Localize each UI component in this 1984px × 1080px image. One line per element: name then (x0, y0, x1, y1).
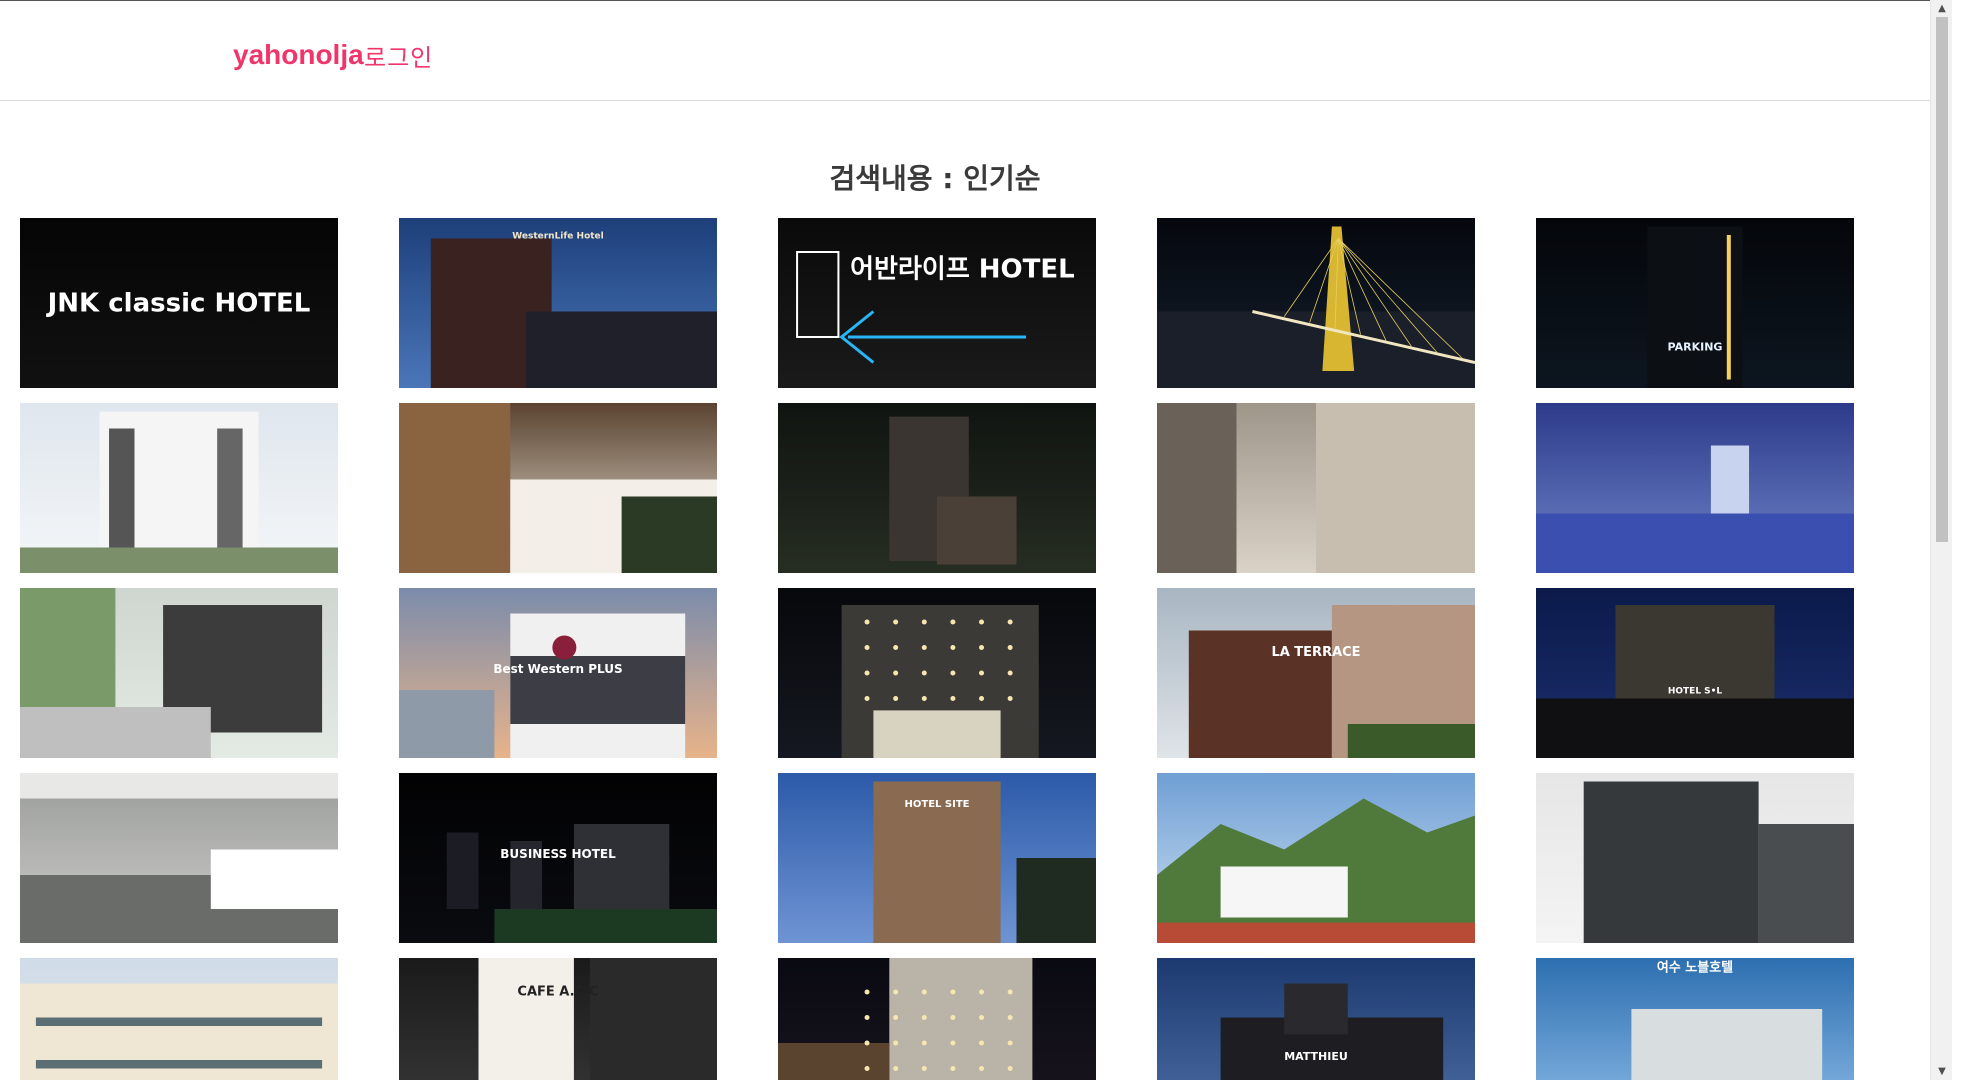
hotel-thumbnail-image (1157, 218, 1475, 388)
hotel-card[interactable] (778, 958, 1096, 1080)
hotel-thumbnail-image: WesternLife Hotel (399, 218, 717, 388)
hotel-card[interactable] (778, 588, 1096, 758)
hotel-sign-text: CAFE A.C.C (517, 984, 598, 999)
hotel-thumbnail-image (1536, 773, 1854, 943)
hotel-card[interactable]: HOTEL SITE (778, 773, 1096, 943)
brand-logo-link[interactable]: yahonolja (233, 38, 364, 72)
hotel-sign-text: LA TERRACE (1271, 645, 1360, 660)
hotel-thumbnail-image (20, 958, 338, 1080)
hotel-thumbnail-image (20, 403, 338, 573)
hotel-thumbnail-image (1157, 773, 1475, 943)
hotel-card[interactable]: JNK classic HOTEL (20, 218, 338, 388)
hotel-sign-text: Best Western PLUS (493, 662, 622, 676)
hotel-card[interactable]: MATTHIEU (1157, 958, 1475, 1080)
search-heading: 검색내용 : 인기순 (829, 162, 1041, 195)
hotel-card[interactable] (20, 403, 338, 573)
window-margin (1952, 0, 1984, 1080)
hotel-thumbnail-image: CAFE A.C.C (399, 958, 717, 1080)
hotel-thumbnail-image: MATTHIEU (1157, 958, 1475, 1080)
hotel-thumbnail-image (20, 588, 338, 758)
site-header: yahonolja 로그인 (0, 1, 1930, 101)
hotel-thumbnail-image: JNK classic HOTEL (20, 218, 338, 388)
hotel-thumbnail-image (778, 588, 1096, 758)
hotel-card[interactable] (20, 773, 338, 943)
hotel-sign-text: PARKING (1668, 341, 1723, 354)
hotel-card[interactable] (20, 588, 338, 758)
hotel-sign-text: HOTEL S•L (1668, 686, 1723, 696)
hotel-thumbnail-image (20, 773, 338, 943)
hotel-thumbnail-image: HOTEL S•L (1536, 588, 1854, 758)
hotel-card[interactable]: PARKING (1536, 218, 1854, 388)
hotel-thumbnail-image: LA TERRACE (1157, 588, 1475, 758)
hotel-card[interactable]: LA TERRACE (1157, 588, 1475, 758)
login-link[interactable]: 로그인 (364, 41, 433, 75)
hotel-card[interactable]: HOTEL S•L (1536, 588, 1854, 758)
hotel-sign-text: JNK classic HOTEL (46, 289, 311, 319)
hotel-card[interactable]: 여수 노블호텔 (1536, 958, 1854, 1080)
scroll-up-arrow-icon[interactable]: ▲ (1931, 0, 1953, 17)
hotel-card[interactable] (399, 403, 717, 573)
hotel-sign-text: BUSINESS HOTEL (500, 847, 616, 861)
hotel-thumbnail-image (1536, 403, 1854, 573)
hotel-thumbnail-image: Best Western PLUS (399, 588, 717, 758)
vertical-scrollbar[interactable]: ▲ ▼ (1930, 0, 1952, 1080)
hotel-grid: JNK classic HOTEL WesternLife Hotel 어반라이프 … (20, 218, 1854, 1080)
hotel-thumbnail-image (1157, 403, 1475, 573)
hotel-card[interactable] (20, 958, 338, 1080)
hotel-thumbnail-image (778, 403, 1096, 573)
hotel-card[interactable]: Best Western PLUS (399, 588, 717, 758)
hotel-card[interactable]: WesternLife Hotel (399, 218, 717, 388)
hotel-sign-text: MATTHIEU (1284, 1050, 1348, 1063)
hotel-thumbnail-image: BUSINESS HOTEL (399, 773, 717, 943)
hotel-thumbnail-image (778, 958, 1096, 1080)
hotel-sign-text: WesternLife Hotel (512, 231, 604, 241)
hotel-sign-text: 여수 노블호텔 (1657, 960, 1733, 976)
hotel-thumbnail-image: 어반라이프 HOTEL (778, 218, 1096, 388)
hotel-sign-text: 어반라이프 HOTEL (850, 255, 1075, 285)
hotel-thumbnail-image: HOTEL SITE (778, 773, 1096, 943)
page-viewport: yahonolja 로그인 검색내용 : 인기순 JNK classic HOT… (0, 0, 1930, 1080)
hotel-thumbnail-image (399, 403, 717, 573)
hotel-sign-text: HOTEL SITE (905, 799, 970, 810)
hotel-card[interactable] (1157, 218, 1475, 388)
hotel-card[interactable] (1536, 773, 1854, 943)
hotel-card[interactable]: 어반라이프 HOTEL (778, 218, 1096, 388)
hotel-card[interactable] (778, 403, 1096, 573)
hotel-card[interactable] (1536, 403, 1854, 573)
hotel-card[interactable] (1157, 403, 1475, 573)
hotel-card[interactable]: BUSINESS HOTEL (399, 773, 717, 943)
scroll-thumb[interactable] (1936, 17, 1948, 542)
scroll-down-arrow-icon[interactable]: ▼ (1931, 1063, 1953, 1080)
hotel-thumbnail-image: PARKING (1536, 218, 1854, 388)
hotel-card[interactable]: CAFE A.C.C (399, 958, 717, 1080)
hotel-card[interactable] (1157, 773, 1475, 943)
hotel-thumbnail-image: 여수 노블호텔 (1536, 958, 1854, 1080)
